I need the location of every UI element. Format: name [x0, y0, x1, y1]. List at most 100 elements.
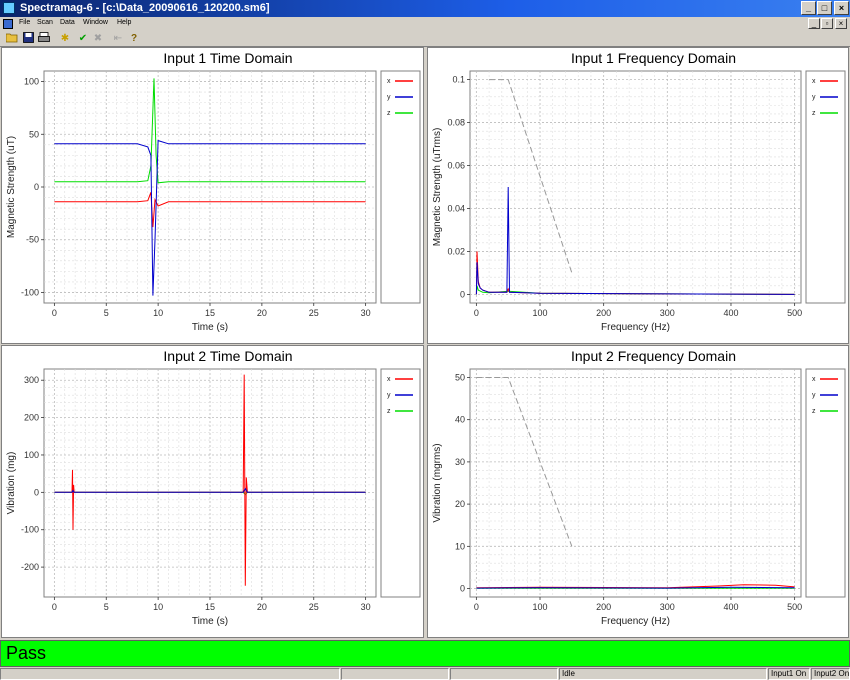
chart-svg: Input 1 Frequency Domain 0 100 200 300 400 500…	[432, 50, 846, 333]
legend-label: y	[812, 94, 816, 101]
menu-bar: File Scan Data Window Help _ ▫ ×	[0, 17, 850, 31]
y-tick-label: 0.04	[447, 203, 465, 213]
save-icon[interactable]	[21, 32, 35, 45]
y-axis-label: Magnetic Strength (uT)	[6, 136, 17, 238]
legend-label: x	[387, 78, 391, 85]
x-tick-label: 100	[533, 308, 548, 318]
menu-window[interactable]: Window	[83, 19, 108, 26]
status-input2: Input2 On	[811, 668, 850, 680]
x-tick-label: 0	[474, 308, 479, 318]
x-tick-label: 400	[723, 308, 738, 318]
status-panel-2	[341, 668, 449, 680]
legend-label: x	[812, 376, 816, 383]
x-tick-label: 100	[533, 602, 548, 612]
mdi-close-button[interactable]: ×	[835, 18, 847, 29]
y-axis-label: Vibration (mgrms)	[432, 443, 443, 522]
y-tick-label: 50	[455, 372, 465, 382]
input1-time-panel: Input 1 Time Domain 0 5 10 15 20 25 30 -100 -50 0 5…	[1, 47, 424, 344]
y-tick-label: 100	[24, 450, 39, 460]
mdi-restore-button[interactable]: ▫	[821, 18, 833, 29]
plot-frame	[469, 70, 802, 304]
y-tick-label: 0.06	[447, 161, 465, 171]
mdi-minimize-button[interactable]: _	[808, 18, 820, 29]
y-tick-label: -100	[21, 525, 39, 535]
scan-icon[interactable]: ✱	[58, 32, 72, 45]
legend-label: z	[387, 408, 391, 415]
cancel-icon[interactable]: ✖	[91, 32, 105, 45]
legend-label: y	[812, 392, 816, 399]
legend-label: z	[812, 110, 816, 117]
close-button[interactable]: ×	[834, 1, 849, 15]
x-tick-label: 30	[361, 602, 371, 612]
help-icon[interactable]: ?	[127, 32, 141, 45]
result-banner: Pass	[0, 640, 850, 667]
x-tick-label: 15	[205, 602, 215, 612]
x-tick-label: 200	[596, 308, 611, 318]
plot-frame	[469, 368, 802, 598]
legend-label: x	[812, 78, 816, 85]
check-icon[interactable]: ✔	[76, 32, 90, 45]
print-icon[interactable]	[37, 32, 51, 45]
chart-title: Input 2 Frequency Domain	[571, 348, 736, 364]
menu-scan[interactable]: Scan	[37, 19, 53, 26]
step-icon[interactable]: ⇤	[111, 32, 125, 45]
y-tick-label: 0	[460, 289, 465, 299]
chart-title: Input 2 Time Domain	[163, 348, 292, 364]
y-tick-label: 0.1	[452, 75, 465, 85]
legend-box	[805, 368, 846, 598]
chart-svg: Input 2 Frequency Domain0 100 200 300 400 500…	[432, 348, 846, 627]
chart-title: Input 1 Frequency Domain	[571, 50, 736, 66]
x-tick-label: 15	[205, 308, 215, 318]
document-icon[interactable]	[3, 19, 13, 29]
legend-box	[380, 368, 421, 598]
legend-label: z	[812, 408, 816, 415]
y-tick-label: 0	[34, 182, 39, 192]
title-bar: Spectramag-6 - [c:\Data_20090616_120200.…	[0, 0, 850, 17]
x-tick-label: 300	[660, 308, 675, 318]
x-axis-label: Time (s)	[192, 322, 228, 333]
x-tick-label: 0	[474, 602, 479, 612]
maximize-button[interactable]: □	[817, 1, 832, 15]
x-tick-label: 500	[787, 308, 802, 318]
x-tick-label: 10	[153, 308, 163, 318]
input2-frequency-panel: Input 2 Frequency Domain 0 100 200 300 400 500…	[427, 345, 849, 638]
status-panel-1	[0, 668, 340, 680]
x-axis-label: Time (s)	[192, 616, 228, 627]
y-tick-label: 20	[455, 499, 465, 509]
x-tick-label: 0	[52, 602, 57, 612]
y-tick-label: 50	[29, 129, 39, 139]
legend-box	[380, 70, 421, 304]
y-tick-label: 200	[24, 413, 39, 423]
legend-label: y	[387, 94, 391, 101]
x-tick-label: 200	[596, 602, 611, 612]
y-tick-label: -100	[21, 287, 39, 297]
x-tick-label: 0	[52, 308, 57, 318]
status-input1: Input1 On	[768, 668, 810, 680]
input1-frequency-panel: Input 1 Frequency Domain 0 100 200 300 400 500…	[427, 47, 849, 344]
x-tick-label: 20	[257, 308, 267, 318]
x-tick-label: 5	[104, 602, 109, 612]
y-axis-label: Vibration (mg)	[6, 452, 17, 515]
chart-svg: Input 1 Time Domain 0 5 10 15 20 25 30 -100 -50 0 5…	[6, 50, 421, 333]
y-axis-label: Magnetic Strength (uTrms)	[432, 128, 443, 247]
y-tick-label: 30	[455, 457, 465, 467]
legend-label: y	[387, 392, 391, 399]
x-axis-label: Frequency (Hz)	[601, 616, 670, 627]
x-tick-label: 30	[361, 308, 371, 318]
plot-area: Input 1 Time Domain 0 5 10 15 20 25 30 -100 -50 0 5…	[0, 47, 850, 640]
menu-file[interactable]: File	[19, 19, 30, 26]
x-tick-label: 300	[660, 602, 675, 612]
open-icon[interactable]	[5, 32, 19, 45]
legend-label: x	[387, 376, 391, 383]
y-tick-label: 100	[24, 77, 39, 87]
x-tick-label: 5	[104, 308, 109, 318]
status-state: Idle	[559, 668, 767, 680]
x-axis-label: Frequency (Hz)	[601, 322, 670, 333]
legend-label: z	[387, 110, 391, 117]
menu-data[interactable]: Data	[60, 19, 75, 26]
x-tick-label: 25	[309, 308, 319, 318]
minimize-button[interactable]: _	[801, 1, 816, 15]
toolbar: ✱ ✔ ✖ ⇤ ?	[0, 31, 850, 47]
menu-help[interactable]: Help	[117, 19, 131, 26]
window-title: Spectramag-6 - [c:\Data_20090616_120200.…	[20, 2, 270, 14]
